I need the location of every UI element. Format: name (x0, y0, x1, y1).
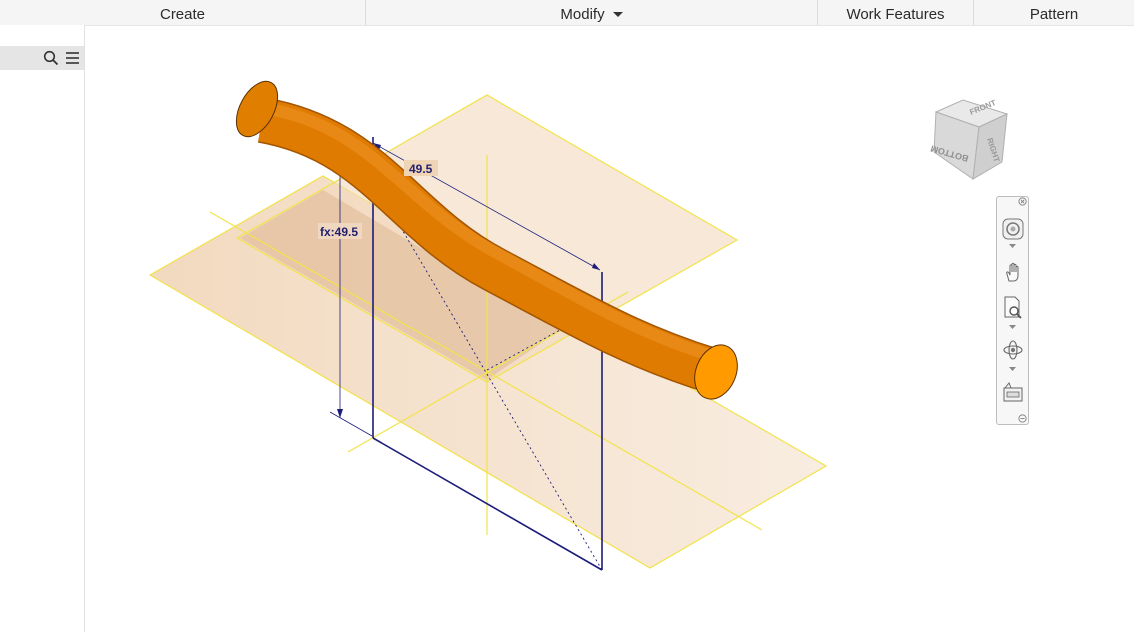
panel-pattern-label: Pattern (1029, 6, 1079, 23)
panel-modify[interactable]: Modify (366, 0, 818, 25)
panel-work-features-label: Work Features (846, 6, 945, 23)
panel-modify-label: Modify (560, 6, 605, 23)
view-cube[interactable]: FRONT RIGHT BOTTOM (929, 96, 1009, 180)
search-icon[interactable] (43, 50, 59, 71)
panel-work-features[interactable]: Work Features (818, 0, 974, 25)
model-browser (0, 25, 85, 632)
panel-create-label: Create (159, 6, 206, 23)
graphics-window[interactable]: 49.5 fx:49.5 FRONT RIGHT BOTTOM (86, 26, 1134, 632)
dimension-vertical[interactable]: fx:49.5 (320, 225, 358, 239)
dimension-horizontal[interactable]: 49.5 (409, 162, 433, 176)
menu-icon[interactable] (65, 50, 80, 71)
browser-toolbar (0, 46, 84, 70)
panel-create[interactable]: Create (0, 0, 366, 25)
navigation-bar (996, 196, 1029, 425)
ribbon-panel-bar: Create Modify Work Features Pattern (0, 0, 1134, 26)
chevron-down-icon[interactable] (612, 11, 623, 17)
panel-pattern[interactable]: Pattern (974, 0, 1134, 25)
